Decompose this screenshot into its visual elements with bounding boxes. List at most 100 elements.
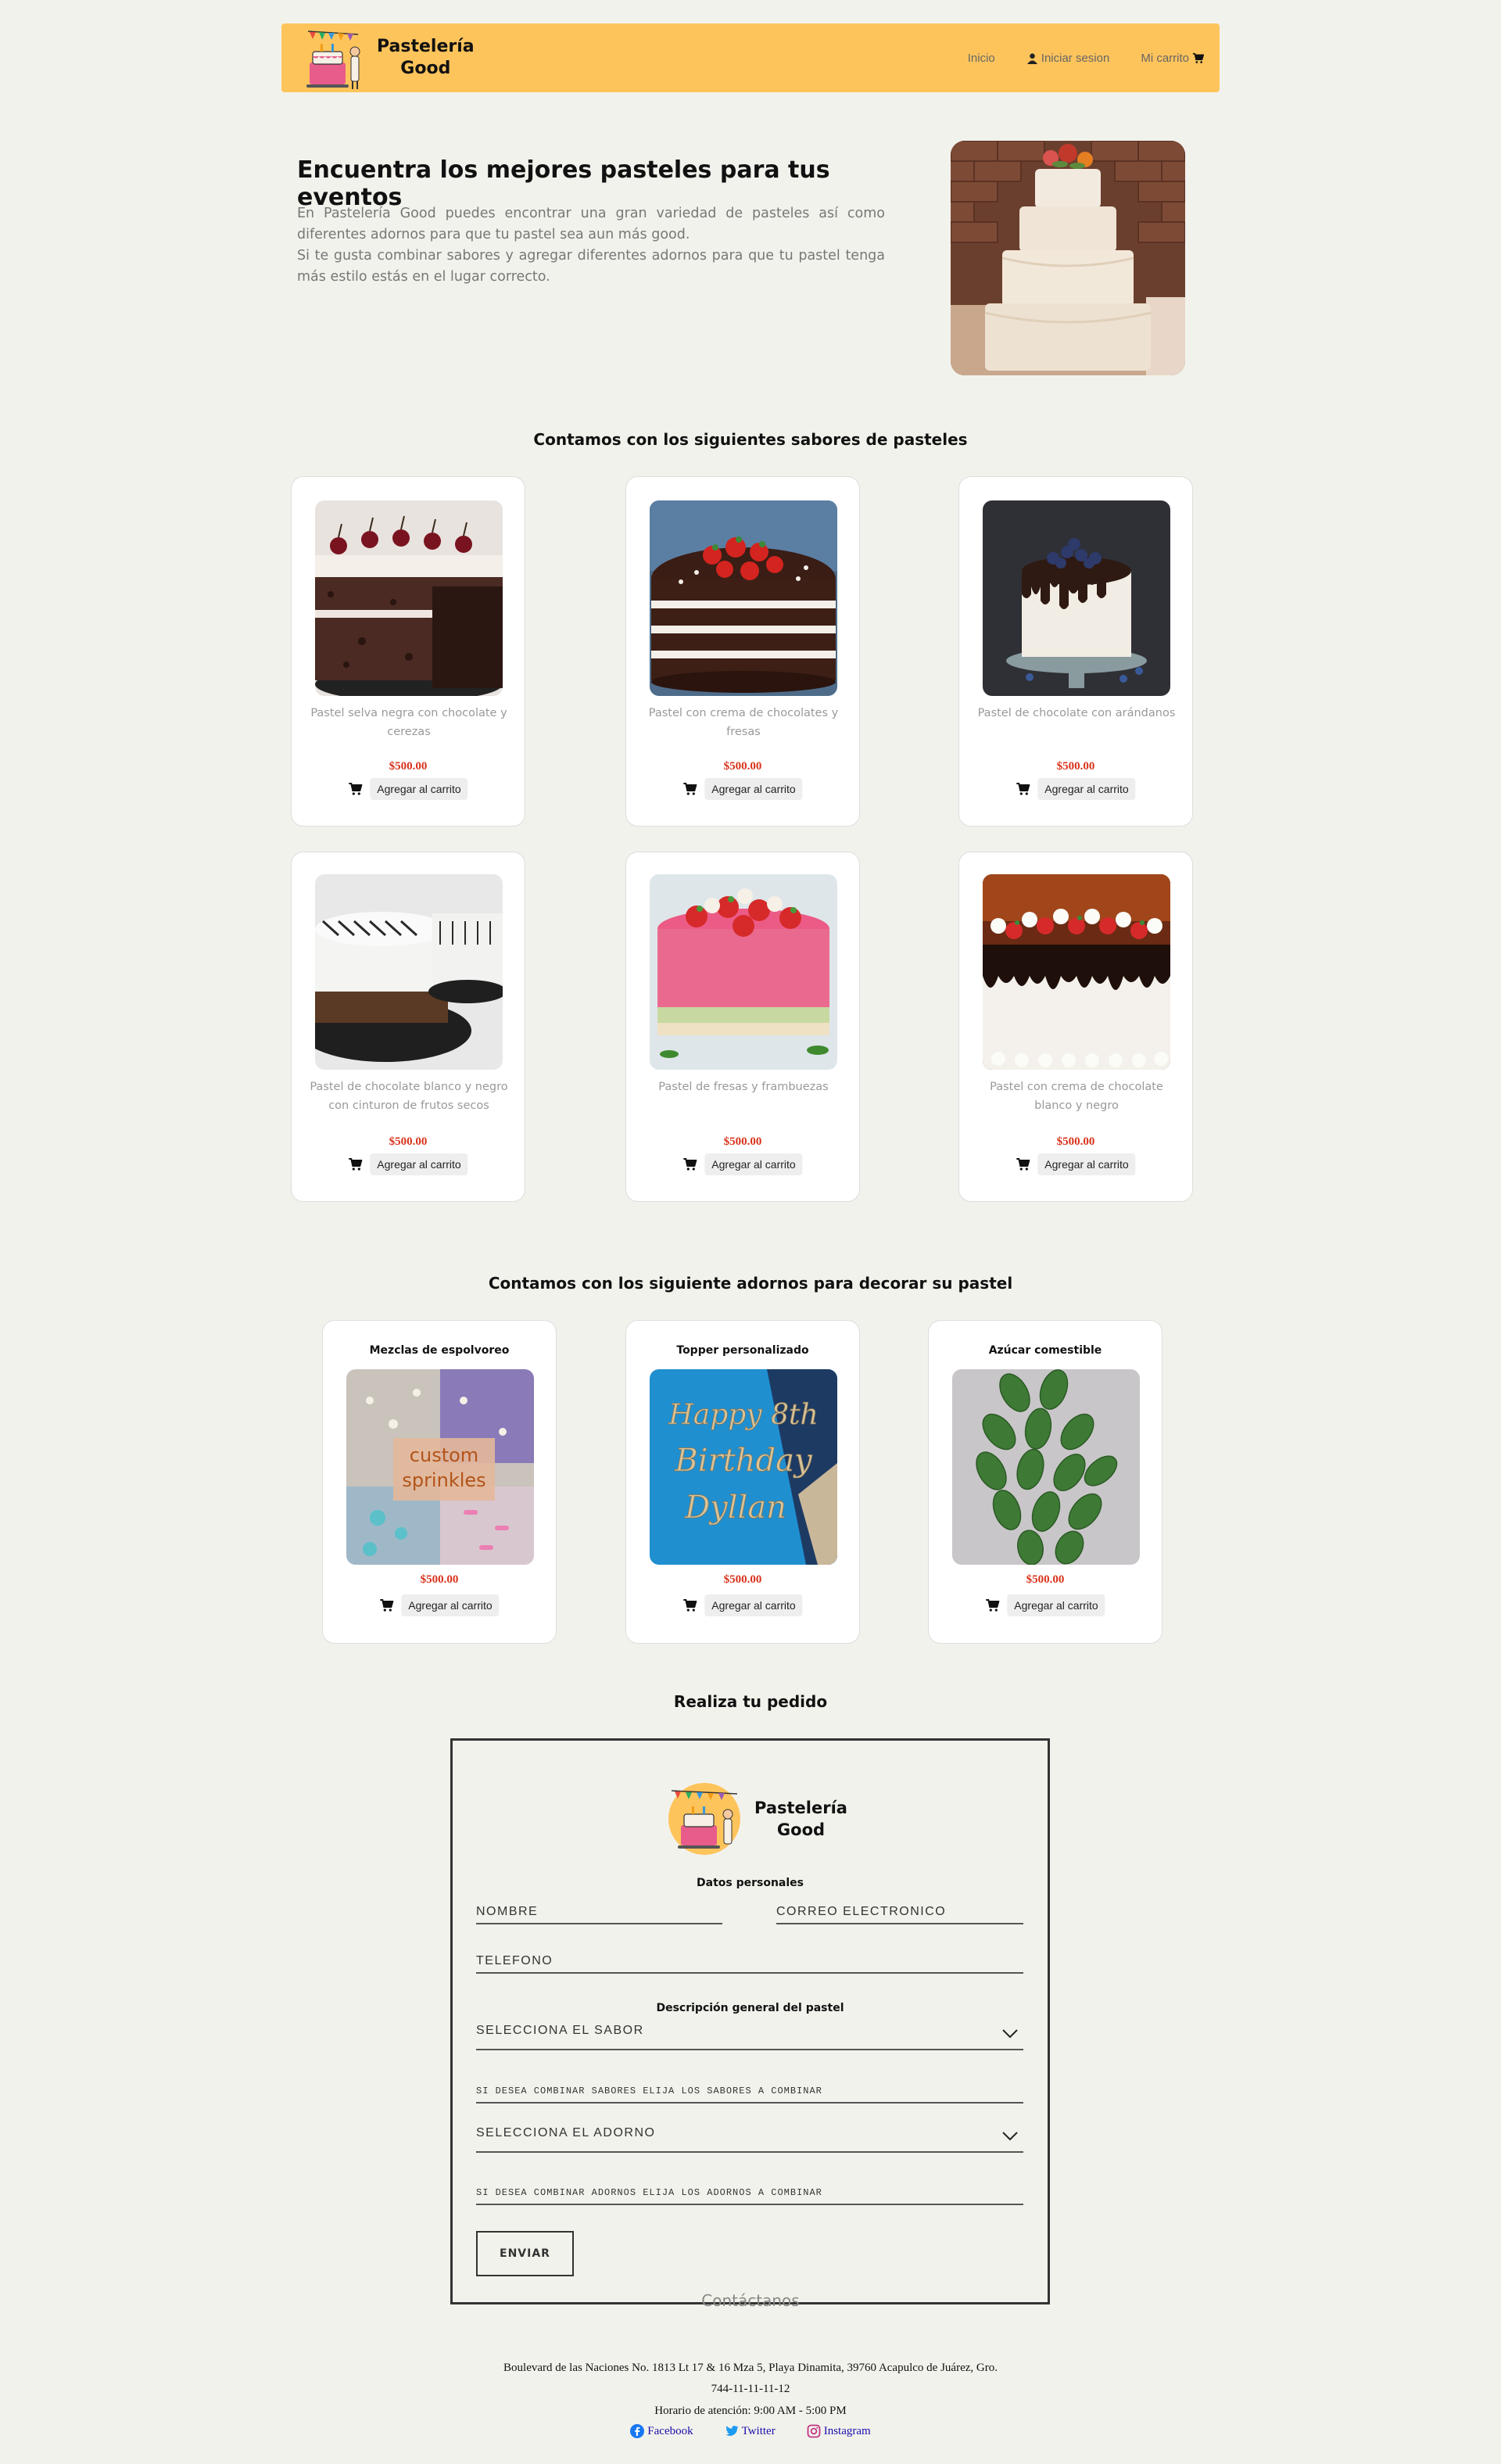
nav-login-label: Iniciar sesion	[1041, 51, 1110, 65]
form-brand-line-2: Good	[776, 1820, 826, 1839]
wedding-cake-picture	[951, 141, 1185, 375]
add-to-cart-button[interactable]: Agregar al carrito	[682, 1594, 803, 1616]
twitter-label: Twitter	[741, 2424, 776, 2437]
add-to-cart-button[interactable]: Agregar al carrito	[348, 778, 468, 800]
product-price: $500.00	[723, 1573, 762, 1586]
email-input[interactable]	[776, 1893, 1023, 1924]
add-to-cart-button[interactable]: Agregar al carrito	[379, 1594, 500, 1616]
name-input[interactable]	[476, 1893, 722, 1924]
decoration-name: Azúcar comestible	[988, 1344, 1102, 1357]
product-name: Pastel de fresas y frambuezas	[658, 1081, 829, 1093]
decoration-select-value: SELECCIONA EL ADORNO	[476, 2126, 656, 2139]
product-price: $500.00	[420, 1573, 459, 1586]
facebook-link[interactable]: Facebook	[630, 2424, 693, 2438]
decoration-select[interactable]: SELECCIONA EL ADORNO	[476, 2121, 1023, 2153]
flavor-card: Pastel selva negra con chocolate y cerez…	[291, 476, 525, 827]
twitter-link[interactable]: Twitter	[725, 2424, 776, 2438]
flavor-card: Pastel de chocolate con arándanos $500.0…	[958, 476, 1193, 827]
sprinkles-image: custom sprinkles	[346, 1369, 534, 1565]
instagram-label: Instagram	[823, 2424, 871, 2437]
chevron-down-icon	[1002, 2029, 1018, 2039]
flavor-select[interactable]: SELECCIONA EL SABOR	[476, 2019, 1023, 2050]
decoration-card: Mezclas de espolvoreo custom sprinkles $…	[322, 1320, 557, 1644]
contact-title: Contáctanos	[701, 2291, 800, 2310]
cart-icon	[683, 783, 697, 795]
strawberry-chocolate-cake-image	[650, 500, 837, 696]
nav-login-link[interactable]: Iniciar sesion	[1026, 51, 1110, 65]
add-to-cart-button[interactable]: Agregar al carrito	[682, 778, 803, 800]
cake-picture	[983, 500, 1170, 696]
decoration-picture: Happy 8th Birthday Dyllan	[650, 1369, 837, 1565]
cake-picture	[650, 874, 837, 1070]
phone-input[interactable]	[476, 1942, 1023, 1974]
instagram-link[interactable]: Instagram	[807, 2424, 871, 2438]
product-name: Pastel de chocolate blanco y negro con c…	[310, 1081, 508, 1112]
nav-cart-link[interactable]: Mi carrito	[1141, 52, 1204, 65]
decoration-combo-input[interactable]	[476, 2174, 1023, 2205]
form-brand-name: Pastelería Good	[754, 1797, 847, 1841]
instagram-icon	[807, 2424, 821, 2438]
contact-phone: 744-11-11-11-12	[711, 2383, 790, 2395]
product-price: $500.00	[389, 760, 428, 773]
add-to-cart-label: Agregar al carrito	[704, 1594, 803, 1616]
brand-line-2: Good	[400, 59, 451, 78]
hero-paragraph-1: En Pastelería Good puedes encontrar una …	[297, 206, 885, 242]
nav-home-link[interactable]: Inicio	[968, 52, 995, 65]
sprinkles-text-1: custom	[410, 1444, 478, 1466]
add-to-cart-label: Agregar al carrito	[1037, 1153, 1136, 1175]
decoration-name: Mezclas de espolvoreo	[369, 1344, 510, 1357]
cake-picture	[315, 874, 503, 1070]
hero-description: En Pastelería Good puedes encontrar una …	[297, 203, 885, 288]
cart-icon	[683, 1158, 697, 1171]
black-forest-cake-image	[315, 500, 503, 696]
add-to-cart-button[interactable]: Agregar al carrito	[348, 1153, 468, 1175]
cake-picture	[983, 874, 1170, 1070]
cake-picture	[315, 500, 503, 696]
contact-address: Boulevard de las Naciones No. 1813 Lt 17…	[503, 2362, 998, 2374]
product-name: Pastel con crema de chocolates y fresas	[648, 707, 839, 738]
cake-picture	[650, 500, 837, 696]
form-brand: Pastelería Good	[657, 1780, 847, 1858]
nav-home-label: Inicio	[967, 51, 995, 65]
user-icon	[1026, 52, 1037, 64]
add-to-cart-label: Agregar al carrito	[370, 778, 468, 800]
cart-icon	[986, 1599, 1000, 1612]
personal-data-heading: Datos personales	[697, 1877, 804, 1889]
decoration-card: Azúcar comestible $500.00 Agregar al car…	[928, 1320, 1162, 1644]
site-header: Pastelería Good Inicio Iniciar sesion Mi…	[281, 23, 1220, 92]
custom-topper-image: Happy 8th Birthday Dyllan	[650, 1369, 837, 1565]
hero-paragraph-2: Si te gusta combinar sabores y agregar d…	[297, 248, 885, 285]
add-to-cart-label: Agregar al carrito	[1037, 778, 1136, 800]
decoration-name: Topper personalizado	[676, 1344, 809, 1357]
topper-text-2: Birthday	[674, 1443, 813, 1479]
flavor-combo-input[interactable]	[476, 2072, 1023, 2104]
product-price: $500.00	[1026, 1573, 1065, 1586]
cart-icon	[683, 1599, 697, 1612]
cart-icon	[349, 783, 363, 795]
product-price: $500.00	[1056, 1135, 1095, 1148]
topper-text-1: Happy 8th	[668, 1399, 818, 1431]
flavor-select-value: SELECCIONA EL SABOR	[476, 2024, 644, 2037]
blueberry-chocolate-cake-image	[983, 500, 1170, 696]
brand[interactable]: Pastelería Good	[297, 23, 475, 92]
cart-icon	[1016, 1158, 1030, 1171]
black-white-cake-image	[315, 874, 503, 1070]
submit-button[interactable]: ENVIAR	[476, 2231, 574, 2276]
flavor-card: Pastel con crema de chocolates y fresas …	[625, 476, 860, 827]
flavor-card: Pastel con crema de chocolate blanco y n…	[958, 852, 1193, 1202]
decoration-picture	[952, 1369, 1140, 1565]
add-to-cart-button[interactable]: Agregar al carrito	[1016, 1153, 1136, 1175]
cart-icon	[380, 1599, 394, 1612]
order-section-title: Realiza tu pedido	[673, 1692, 828, 1711]
product-price: $500.00	[1056, 760, 1095, 773]
add-to-cart-button[interactable]: Agregar al carrito	[985, 1594, 1105, 1616]
facebook-label: Facebook	[647, 2424, 693, 2437]
product-name: Pastel selva negra con chocolate y cerez…	[310, 707, 507, 738]
add-to-cart-button[interactable]: Agregar al carrito	[1016, 778, 1136, 800]
add-to-cart-button[interactable]: Agregar al carrito	[682, 1153, 803, 1175]
add-to-cart-label: Agregar al carrito	[370, 1153, 468, 1175]
flavor-card: Pastel de fresas y frambuezas $500.00 Ag…	[625, 852, 860, 1202]
bakery-logo-icon	[306, 30, 360, 89]
cart-icon	[1192, 52, 1204, 63]
main-nav: Inicio Iniciar sesion Mi carrito	[968, 52, 1204, 65]
